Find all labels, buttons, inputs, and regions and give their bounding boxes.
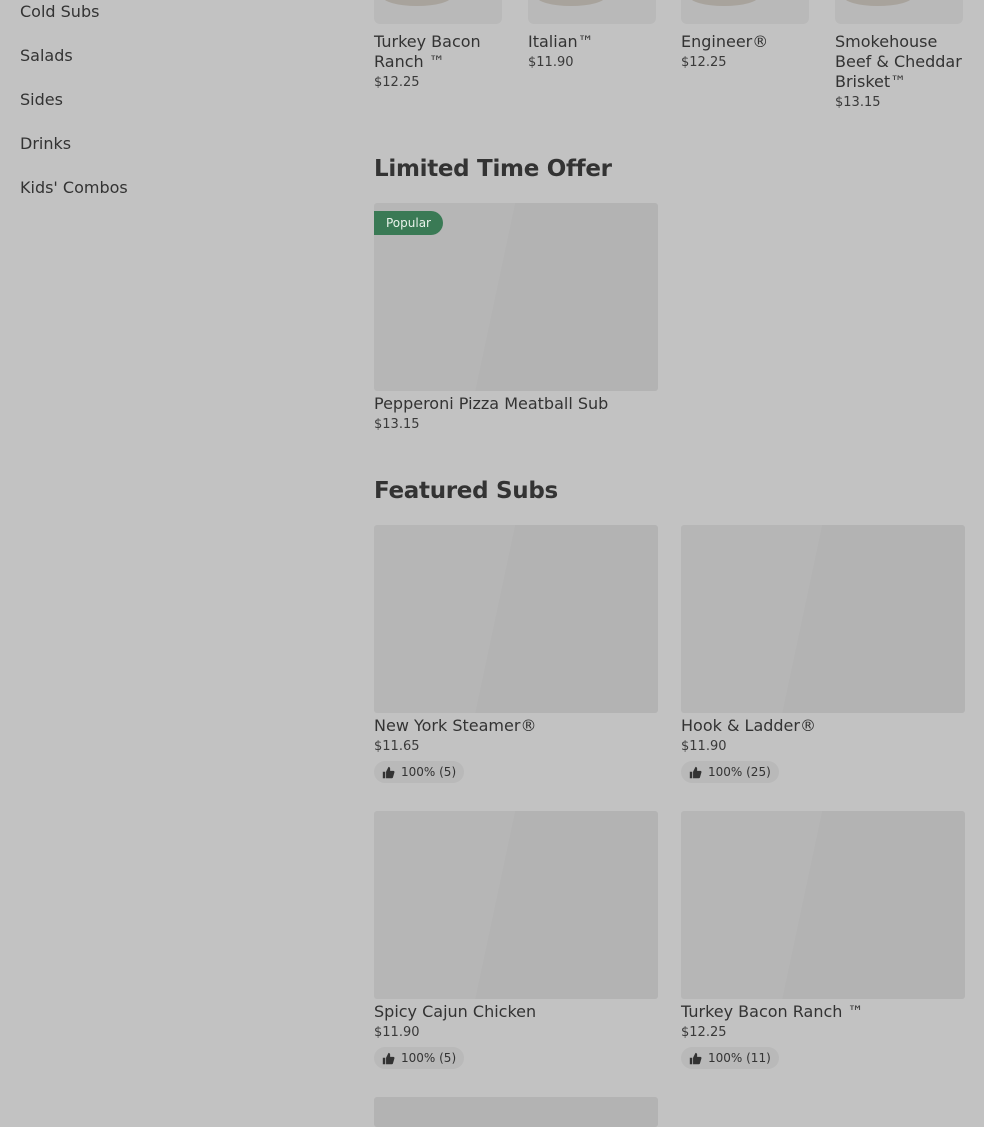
sidebar-item-cold-subs[interactable]: Cold Subs	[20, 0, 99, 24]
menu-item-card[interactable]: Hook & Ladder® $11.90 100% (25)	[681, 525, 965, 783]
popular-badge: Popular	[374, 211, 443, 235]
item-price: $11.65	[374, 739, 420, 754]
item-name[interactable]: Spicy Cajun Chicken	[374, 1002, 658, 1022]
menu-item-card[interactable]: Turkey Bacon Ranch ™ $12.25 100% (11)	[681, 811, 965, 1069]
rating-badge: 100% (25)	[681, 761, 779, 783]
item-image[interactable]	[528, 0, 656, 24]
rating-badge: 100% (5)	[374, 1047, 465, 1069]
rating-text: 100% (5)	[401, 1051, 457, 1065]
rating-text: 100% (25)	[708, 765, 771, 779]
thumbs-up-icon	[382, 1052, 395, 1064]
item-image[interactable]	[681, 525, 965, 713]
menu-item-card[interactable]: New York Steamer® $11.65 100% (5)	[374, 525, 658, 783]
sidebar-item-salads[interactable]: Salads	[20, 44, 73, 68]
item-price: $11.90	[374, 1025, 420, 1040]
sidebar-item-sides[interactable]: Sides	[20, 88, 63, 112]
sidebar-item-drinks[interactable]: Drinks	[20, 132, 71, 156]
rating-badge: 100% (5)	[374, 761, 465, 783]
section-title-featured: Featured Subs	[374, 478, 558, 504]
sidebar-item-kids-combos[interactable]: Kids' Combos	[20, 176, 128, 200]
item-image[interactable]: Popular	[374, 203, 658, 391]
item-name[interactable]: Engineer®	[681, 32, 811, 52]
thumbs-up-icon	[689, 766, 702, 778]
menu-item-card[interactable]: Popular Pepperoni Pizza Meatball Sub $13…	[374, 203, 658, 433]
item-price: $13.15	[374, 417, 420, 432]
item-image[interactable]	[681, 811, 965, 999]
menu-item-card[interactable]: Spicy Cajun Chicken $11.90 100% (5)	[374, 811, 658, 1069]
rating-badge: 100% (11)	[681, 1047, 779, 1069]
section-title-limited-time: Limited Time Offer	[374, 156, 612, 182]
item-name[interactable]: Hook & Ladder®	[681, 716, 965, 736]
item-name[interactable]: Italian™	[528, 32, 658, 52]
thumbs-up-icon	[382, 766, 395, 778]
item-name[interactable]: Turkey Bacon Ranch ™	[374, 32, 504, 72]
item-price: $11.90	[528, 55, 574, 70]
item-price: $12.25	[374, 75, 420, 90]
item-image[interactable]	[681, 0, 809, 24]
item-image[interactable]	[374, 811, 658, 999]
item-price: $11.90	[681, 739, 727, 754]
item-image[interactable]	[374, 1097, 658, 1127]
item-name[interactable]: Smokehouse Beef & Cheddar Brisket™	[835, 32, 965, 92]
item-price: $12.25	[681, 1025, 727, 1040]
thumbs-up-icon	[689, 1052, 702, 1064]
item-name[interactable]: Turkey Bacon Ranch ™	[681, 1002, 965, 1022]
item-image[interactable]	[374, 525, 658, 713]
rating-text: 100% (11)	[708, 1051, 771, 1065]
item-price: $13.15	[835, 95, 881, 110]
item-image[interactable]	[835, 0, 963, 24]
item-price: $12.25	[681, 55, 727, 70]
item-name[interactable]: Pepperoni Pizza Meatball Sub	[374, 394, 658, 414]
rating-text: 100% (5)	[401, 765, 457, 779]
item-image[interactable]	[374, 0, 502, 24]
item-name[interactable]: New York Steamer®	[374, 716, 658, 736]
